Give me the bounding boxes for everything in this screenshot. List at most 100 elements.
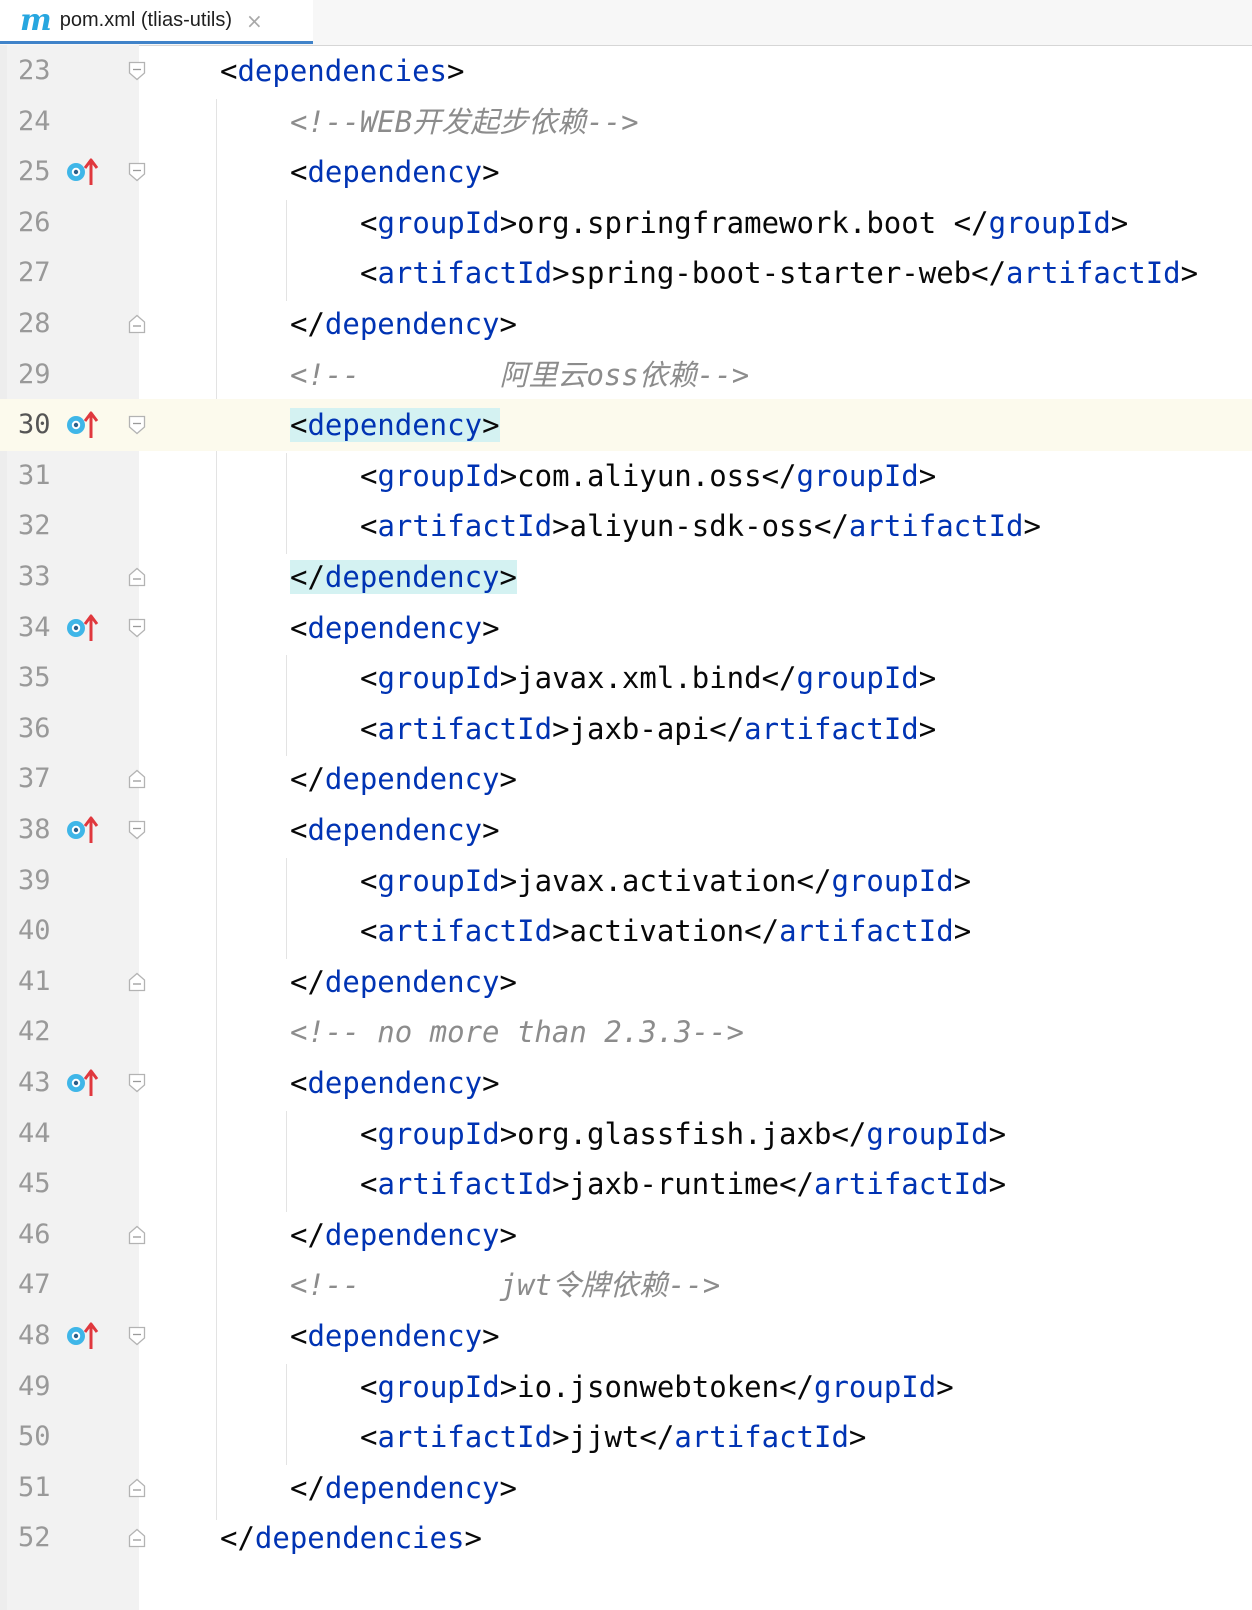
code-text[interactable]: <groupId>org.glassfish.jaxb</groupId>: [360, 1108, 1006, 1160]
line-number[interactable]: 27: [18, 247, 58, 299]
code-line[interactable]: 29 <!-- 阿里云oss依赖-->: [0, 349, 1252, 401]
code-text[interactable]: <!-- jwt令牌依赖-->: [290, 1259, 720, 1311]
code-line[interactable]: 27 <artifactId>spring-boot-starter-web</a…: [0, 247, 1252, 299]
code-text[interactable]: </dependency>: [290, 298, 517, 350]
fold-collapse-icon[interactable]: [128, 1326, 146, 1346]
line-number[interactable]: 45: [18, 1158, 58, 1210]
code-text[interactable]: <!--WEB开发起步依赖-->: [290, 96, 639, 148]
code-line[interactable]: 49 <groupId>io.jsonwebtoken</groupId>: [0, 1361, 1252, 1413]
line-number[interactable]: 24: [18, 96, 58, 148]
code-text[interactable]: <dependency>: [290, 602, 500, 654]
code-line[interactable]: 50 <artifactId>jjwt</artifactId>: [0, 1411, 1252, 1463]
code-line[interactable]: 47 <!-- jwt令牌依赖-->: [0, 1259, 1252, 1311]
code-text[interactable]: <dependency>: [290, 1310, 500, 1362]
line-number[interactable]: 29: [18, 349, 58, 401]
code-text[interactable]: </dependency>: [290, 753, 517, 805]
code-text[interactable]: <groupId>javax.activation</groupId>: [360, 855, 971, 907]
code-line[interactable]: 38 <dependency>: [0, 804, 1252, 856]
code-line[interactable]: 33 </dependency>: [0, 551, 1252, 603]
fold-collapse-icon[interactable]: [128, 162, 146, 182]
code-line[interactable]: 32 <artifactId>aliyun-sdk-oss</artifactId…: [0, 500, 1252, 552]
line-number[interactable]: 47: [18, 1259, 58, 1311]
tab-pom-xml[interactable]: m pom.xml (tlias-utils) ×: [0, 0, 313, 44]
code-text[interactable]: <artifactId>activation</artifactId>: [360, 905, 971, 957]
implemented-overridden-gutter-icon[interactable]: [66, 157, 100, 187]
code-line[interactable]: 52 </dependencies>: [0, 1512, 1252, 1564]
code-text[interactable]: </dependency>: [290, 551, 517, 603]
code-line[interactable]: 43 <dependency>: [0, 1057, 1252, 1109]
implemented-overridden-gutter-icon[interactable]: [66, 815, 100, 845]
code-text[interactable]: <artifactId>aliyun-sdk-oss</artifactId>: [360, 500, 1041, 552]
code-text[interactable]: <groupId>org.springframework.boot </grou…: [360, 197, 1128, 249]
code-text[interactable]: <dependency>: [290, 804, 500, 856]
code-line[interactable]: 35 <groupId>javax.xml.bind</groupId>: [0, 652, 1252, 704]
code-line[interactable]: 51 </dependency>: [0, 1462, 1252, 1514]
close-icon[interactable]: ×: [246, 9, 263, 33]
line-number[interactable]: 33: [18, 551, 58, 603]
fold-collapse-icon[interactable]: [128, 415, 146, 435]
line-number[interactable]: 26: [18, 197, 58, 249]
line-number[interactable]: 48: [18, 1310, 58, 1362]
line-number[interactable]: 51: [18, 1462, 58, 1514]
code-text[interactable]: <dependency>: [290, 1057, 500, 1109]
fold-end-icon[interactable]: [128, 314, 146, 334]
line-number[interactable]: 34: [18, 602, 58, 654]
code-text[interactable]: <!-- 阿里云oss依赖-->: [290, 349, 749, 401]
code-line[interactable]: 40 <artifactId>activation</artifactId>: [0, 905, 1252, 957]
code-text[interactable]: </dependency>: [290, 956, 517, 1008]
code-line[interactable]: 48 <dependency>: [0, 1310, 1252, 1362]
code-text[interactable]: <artifactId>jaxb-runtime</artifactId>: [360, 1158, 1006, 1210]
fold-collapse-icon[interactable]: [128, 618, 146, 638]
code-line[interactable]: 24 <!--WEB开发起步依赖-->: [0, 96, 1252, 148]
line-number[interactable]: 43: [18, 1057, 58, 1109]
code-line[interactable]: 31 <groupId>com.aliyun.oss</groupId>: [0, 450, 1252, 502]
fold-collapse-icon[interactable]: [128, 820, 146, 840]
implemented-overridden-gutter-icon[interactable]: [66, 1321, 100, 1351]
code-text[interactable]: <groupId>javax.xml.bind</groupId>: [360, 652, 936, 704]
code-line[interactable]: 26 <groupId>org.springframework.boot </gr…: [0, 197, 1252, 249]
code-text[interactable]: <dependencies>: [220, 45, 464, 97]
implemented-overridden-gutter-icon[interactable]: [66, 1068, 100, 1098]
line-number[interactable]: 37: [18, 753, 58, 805]
code-text[interactable]: <dependency>: [290, 146, 500, 198]
code-line[interactable]: 44 <groupId>org.glassfish.jaxb</groupId>: [0, 1108, 1252, 1160]
line-number[interactable]: 44: [18, 1108, 58, 1160]
line-number[interactable]: 42: [18, 1006, 58, 1058]
code-line[interactable]: 45 <artifactId>jaxb-runtime</artifactId>: [0, 1158, 1252, 1210]
fold-end-icon[interactable]: [128, 1225, 146, 1245]
code-text[interactable]: </dependencies>: [220, 1512, 482, 1564]
line-number[interactable]: 49: [18, 1361, 58, 1413]
fold-end-icon[interactable]: [128, 972, 146, 992]
code-line[interactable]: 30 <dependency>: [0, 399, 1252, 452]
line-number[interactable]: 31: [18, 450, 58, 502]
line-number[interactable]: 36: [18, 703, 58, 755]
line-number[interactable]: 32: [18, 500, 58, 552]
code-text[interactable]: <dependency>: [290, 399, 500, 451]
line-number[interactable]: 25: [18, 146, 58, 198]
line-number[interactable]: 39: [18, 855, 58, 907]
line-number[interactable]: 52: [18, 1512, 58, 1564]
code-line[interactable]: 46 </dependency>: [0, 1209, 1252, 1261]
fold-end-icon[interactable]: [128, 1528, 146, 1548]
code-line[interactable]: 41 </dependency>: [0, 956, 1252, 1008]
line-number[interactable]: 28: [18, 298, 58, 350]
fold-collapse-icon[interactable]: [128, 1073, 146, 1093]
line-number[interactable]: 30: [18, 399, 58, 451]
implemented-overridden-gutter-icon[interactable]: [66, 410, 100, 440]
line-number[interactable]: 46: [18, 1209, 58, 1261]
code-line[interactable]: 36 <artifactId>jaxb-api</artifactId>: [0, 703, 1252, 755]
code-editor[interactable]: 23 <dependencies> 24 <!--WEB开发起步依赖--> 25 <dep…: [0, 45, 1252, 1610]
code-text[interactable]: </dependency>: [290, 1462, 517, 1514]
code-line[interactable]: 39 <groupId>javax.activation</groupId>: [0, 855, 1252, 907]
code-text[interactable]: <groupId>io.jsonwebtoken</groupId>: [360, 1361, 954, 1413]
fold-end-icon[interactable]: [128, 567, 146, 587]
code-line[interactable]: 34 <dependency>: [0, 602, 1252, 654]
line-number[interactable]: 23: [18, 45, 58, 97]
line-number[interactable]: 35: [18, 652, 58, 704]
code-line[interactable]: 28 </dependency>: [0, 298, 1252, 350]
code-line[interactable]: 25 <dependency>: [0, 146, 1252, 198]
line-number[interactable]: 50: [18, 1411, 58, 1463]
line-number[interactable]: 38: [18, 804, 58, 856]
code-text[interactable]: <artifactId>spring-boot-starter-web</art…: [360, 247, 1198, 299]
code-line[interactable]: 23 <dependencies>: [0, 45, 1252, 97]
